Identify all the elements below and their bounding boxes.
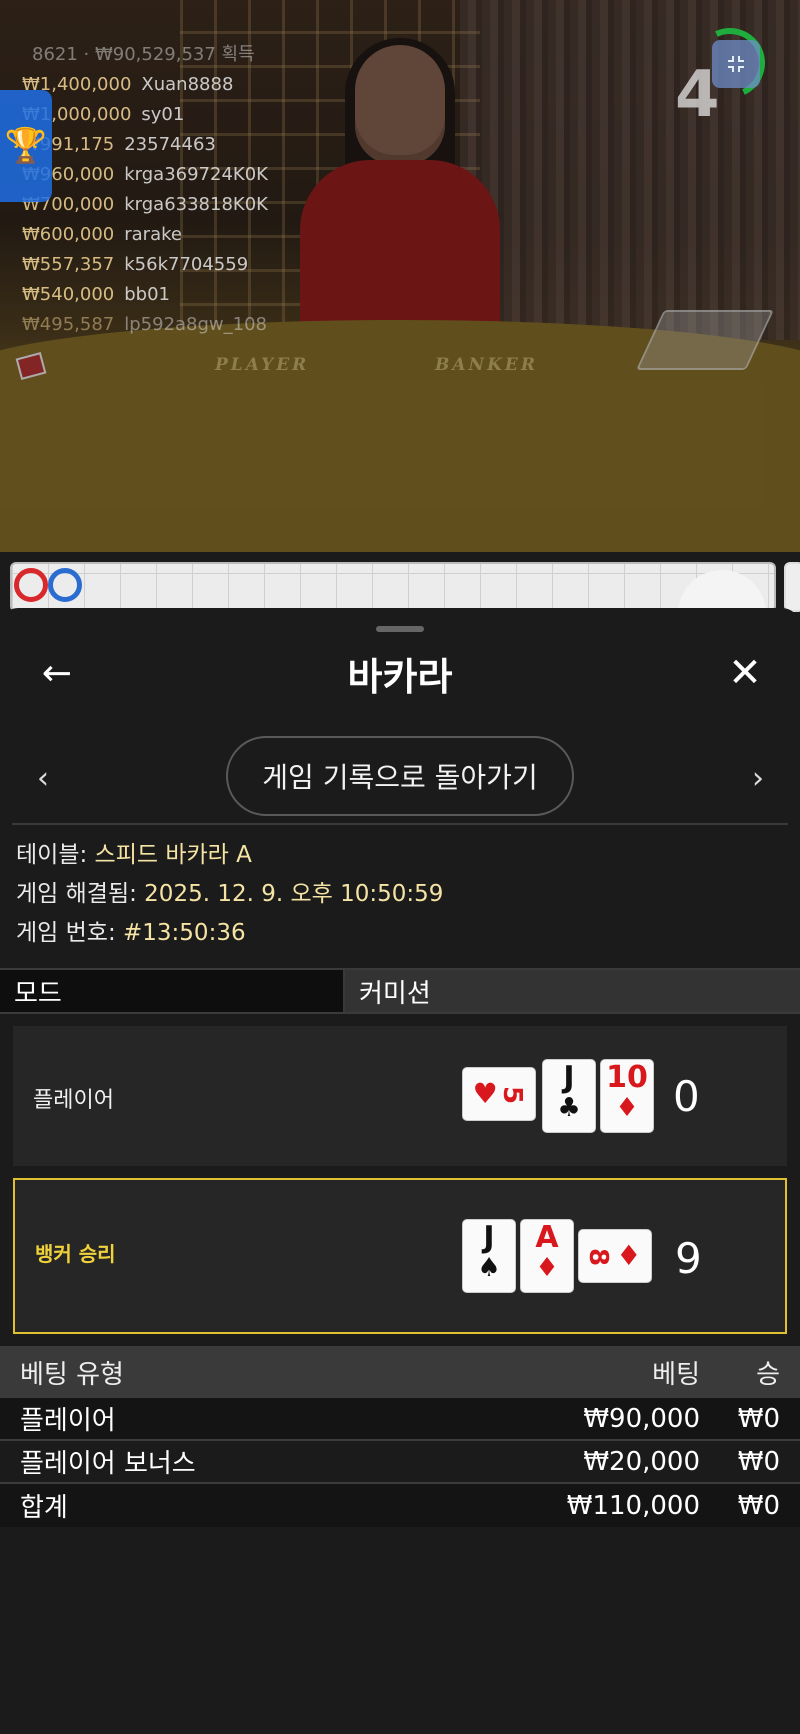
close-button[interactable]: ✕ bbox=[722, 650, 768, 696]
mode-row: 모드 커미션 bbox=[0, 968, 800, 1014]
banker-card-3: 8 ♦ bbox=[579, 1230, 651, 1282]
table-row-total: 합계 ₩110,000 ₩0 bbox=[0, 1484, 800, 1527]
diamond-icon: ♦ bbox=[535, 1253, 559, 1283]
winner-row: ₩557,357 k56k7704559 bbox=[22, 254, 249, 275]
bet-type-cell: 플레이어 bbox=[20, 1406, 116, 1436]
header-bet-amount: 베팅 bbox=[652, 1359, 700, 1390]
bead-road bbox=[10, 562, 776, 612]
banker-score: 9 bbox=[675, 1234, 702, 1283]
resolved-value: 2025. 12. 9. 오후 10:50:59 bbox=[144, 881, 444, 907]
leaderboard-button[interactable]: 🏆 bbox=[0, 90, 52, 202]
live-video: PLAYER BANKER 8621 · ₩90,529,537 획득 ₩1,4… bbox=[0, 0, 800, 552]
back-to-history-button[interactable]: 게임 기록으로 돌아가기 bbox=[226, 736, 574, 816]
road-player-marker bbox=[48, 568, 82, 602]
total-win-cell: ₩0 bbox=[737, 1490, 780, 1521]
winner-row: ₩1,400,000 Xuan8888 bbox=[22, 74, 234, 95]
next-game-button[interactable]: › bbox=[743, 758, 773, 798]
player-score: 0 bbox=[673, 1072, 700, 1121]
previous-game-button[interactable]: ‹ bbox=[28, 758, 58, 798]
header-bet-type: 베팅 유형 bbox=[20, 1359, 124, 1390]
bet-amount-cell: ₩90,000 bbox=[583, 1403, 700, 1434]
player-result: 플레이어 ♥ 5 J ♣ 10 ♦ 0 bbox=[13, 1026, 787, 1166]
banker-win-label: 뱅커 승리 bbox=[35, 1242, 116, 1266]
header-win-amount: 승 bbox=[756, 1359, 780, 1390]
card-rank: 10 bbox=[606, 1060, 648, 1095]
winner-row: ₩600,000 rarake bbox=[22, 224, 182, 245]
mode-label: 모드 bbox=[0, 970, 345, 1012]
card-rank: 8 bbox=[582, 1247, 613, 1267]
club-icon: ♣ bbox=[557, 1093, 581, 1123]
player-card-1: J ♣ bbox=[543, 1060, 595, 1132]
diamond-icon: ♦ bbox=[615, 1093, 639, 1123]
total-bet-cell: ₩110,000 bbox=[566, 1490, 700, 1521]
chevron-left-icon: ‹ bbox=[37, 760, 49, 796]
divider bbox=[12, 823, 788, 825]
bet-type-cell: 플레이어 보너스 bbox=[20, 1449, 196, 1479]
bet-amount-cell: ₩20,000 bbox=[583, 1446, 700, 1477]
winner-row: 8621 · ₩90,529,537 획득 bbox=[32, 44, 255, 65]
win-amount-cell: ₩0 bbox=[737, 1446, 780, 1477]
resolved-info: 게임 해결됨: 2025. 12. 9. 오후 10:50:59 bbox=[16, 875, 443, 914]
game-number-label: 게임 번호: bbox=[16, 920, 124, 946]
winner-row: ₩960,000 krga369724K0K bbox=[22, 164, 268, 185]
banker-card-2: A ♦ bbox=[521, 1220, 573, 1292]
winner-row: ₩991,175 23574463 bbox=[22, 134, 216, 155]
banker-result: 뱅커 승리 J ♠ A ♦ 8 ♦ 9 bbox=[13, 1178, 787, 1334]
card-rank: J bbox=[563, 1060, 575, 1095]
card-rank: 5 bbox=[497, 1085, 528, 1105]
player-label: 플레이어 bbox=[33, 1088, 114, 1113]
side-panel-edge bbox=[784, 562, 800, 612]
table-label: 테이블: bbox=[16, 842, 95, 868]
winner-row: ₩495,587 lp592a8gw_108 bbox=[22, 314, 268, 335]
close-icon: ✕ bbox=[728, 650, 762, 696]
win-amount-cell: ₩0 bbox=[737, 1403, 780, 1434]
winner-row: ₩540,000 bb01 bbox=[22, 284, 170, 305]
card-rank: J bbox=[483, 1220, 495, 1255]
road-banker-marker bbox=[14, 568, 48, 602]
spade-icon: ♠ bbox=[477, 1253, 501, 1283]
table-value: 스피드 바카라 A bbox=[94, 842, 252, 868]
trophy-icon: 🏆 bbox=[4, 126, 48, 166]
total-label-cell: 합계 bbox=[20, 1493, 68, 1523]
banker-card-1: J ♠ bbox=[463, 1220, 515, 1292]
card-rank: A bbox=[535, 1220, 559, 1255]
table-row: 플레이어 ₩90,000 ₩0 bbox=[0, 1398, 800, 1441]
minimize-button[interactable] bbox=[712, 40, 760, 88]
table-row: 플레이어 보너스 ₩20,000 ₩0 bbox=[0, 1441, 800, 1484]
minimize-icon bbox=[728, 56, 744, 72]
sheet-drag-handle[interactable] bbox=[376, 626, 424, 632]
chevron-right-icon: › bbox=[752, 760, 764, 796]
mode-value: 커미션 bbox=[345, 970, 800, 1012]
game-number-value: #13:50:36 bbox=[123, 920, 246, 946]
game-result-sheet: ← 바카라 ✕ ‹ 게임 기록으로 돌아가기 › 테이블: 스피드 바카라 A … bbox=[0, 608, 800, 1734]
game-number-info: 게임 번호: #13:50:36 bbox=[16, 914, 246, 953]
bets-table: 베팅 유형 베팅 승 플레이어 ₩90,000 ₩0 플레이어 보너스 ₩20,… bbox=[0, 1346, 800, 1527]
player-card-2: 10 ♦ bbox=[601, 1060, 653, 1132]
recent-winners-list: 8621 · ₩90,529,537 획득 ₩1,400,000 Xuan8888… bbox=[22, 40, 292, 340]
resolved-label: 게임 해결됨: bbox=[16, 881, 145, 907]
winner-row: ₩1,000,000 sy01 bbox=[22, 104, 185, 125]
table-info: 테이블: 스피드 바카라 A bbox=[16, 836, 252, 875]
winner-row: ₩700,000 krga633818K0K bbox=[22, 194, 268, 215]
sheet-title: 바카라 bbox=[347, 655, 453, 699]
bets-header-row: 베팅 유형 베팅 승 bbox=[0, 1346, 800, 1398]
player-card-3: ♥ 5 bbox=[463, 1068, 535, 1120]
